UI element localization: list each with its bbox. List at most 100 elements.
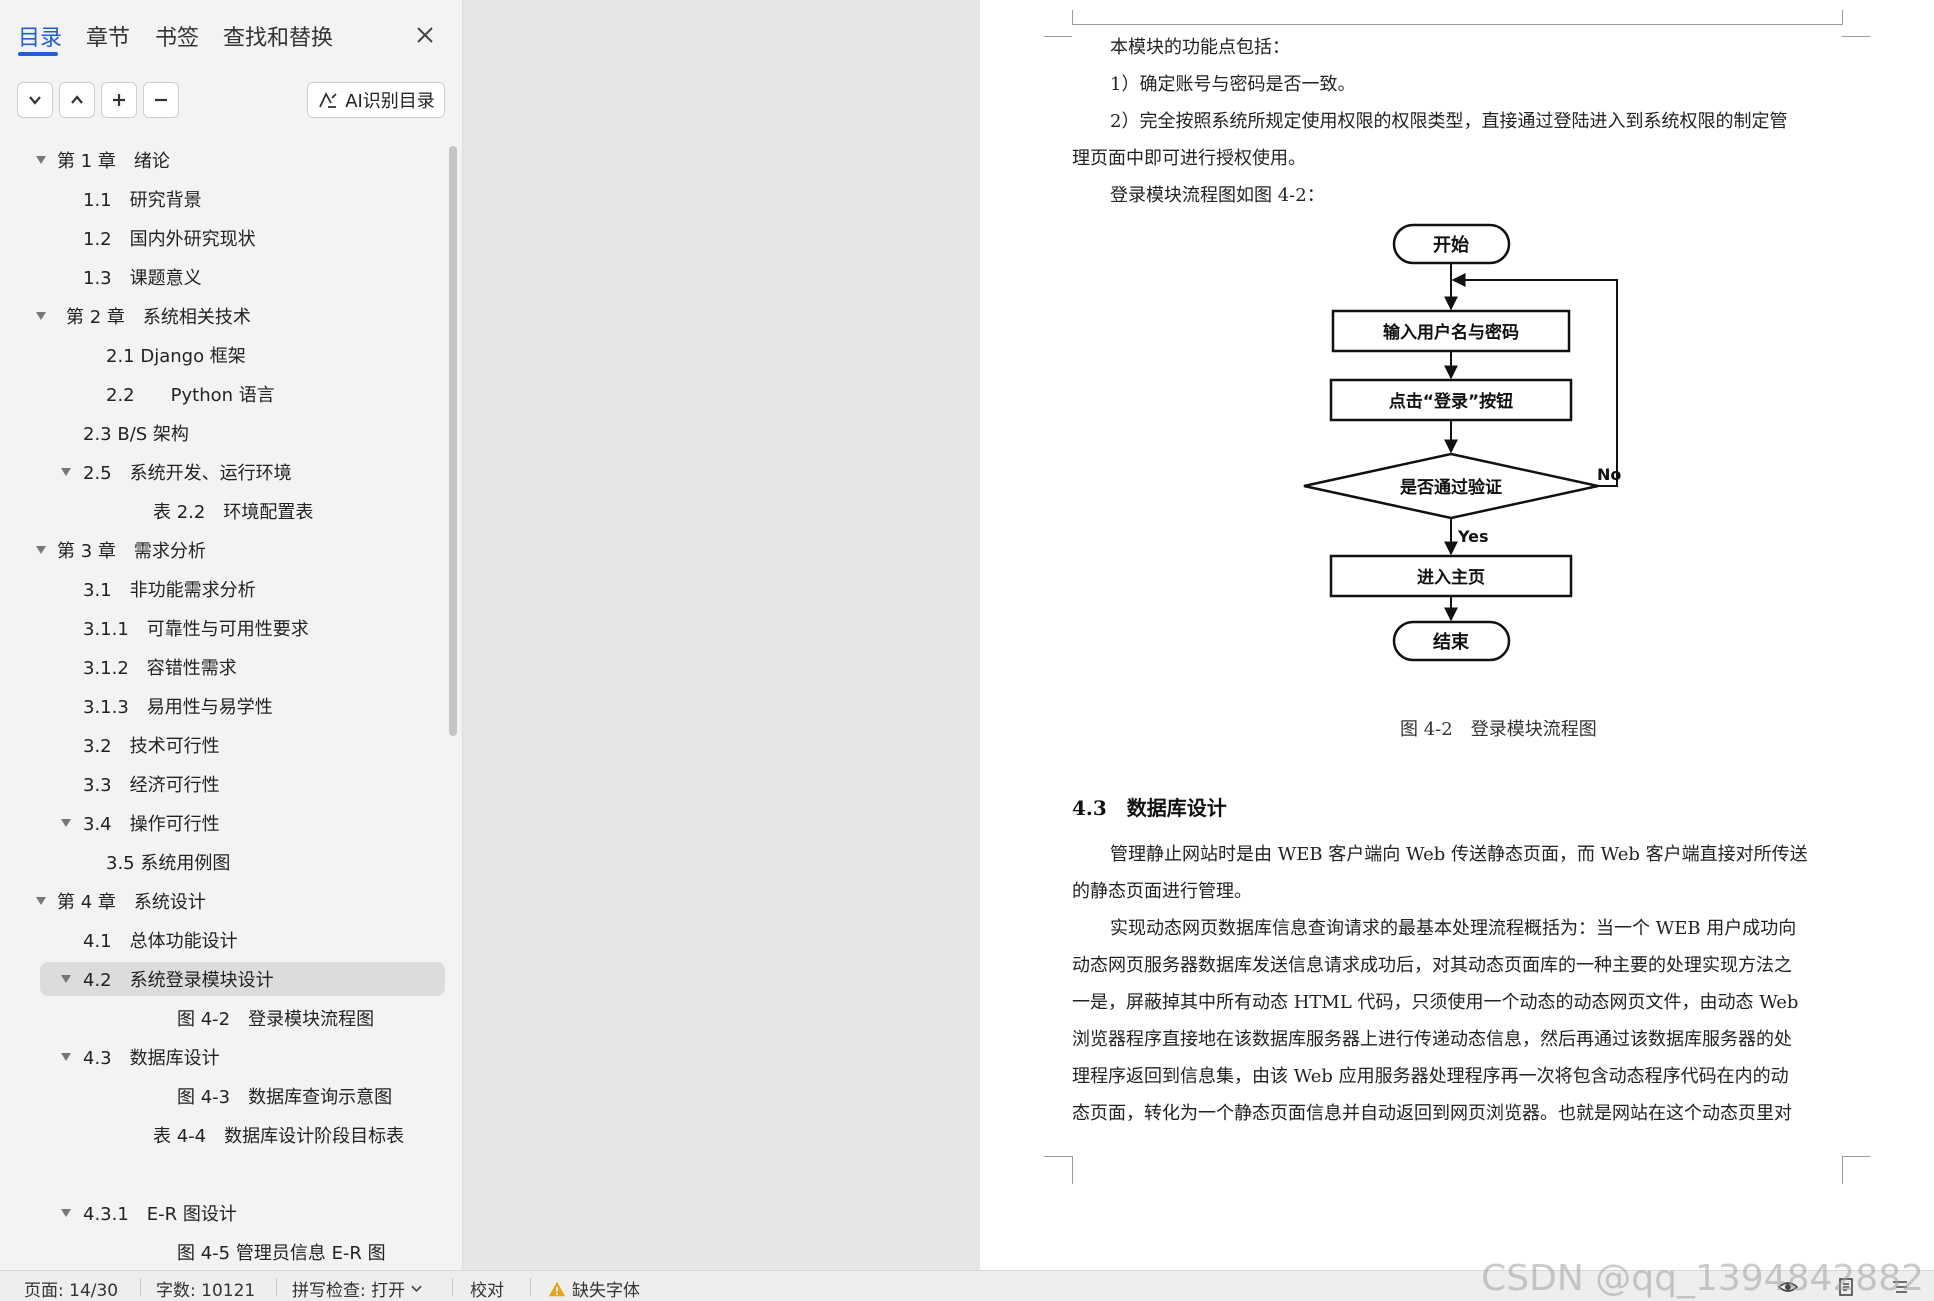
section-heading: 4.3 数据库设计	[1072, 796, 1227, 820]
expand-arrow-icon[interactable]	[59, 972, 73, 986]
toc-toolbar: AI识别目录	[0, 82, 463, 122]
toc-item-label: 3.1.1 可靠性与可用性要求	[83, 619, 309, 640]
corner-mark	[1842, 1156, 1870, 1157]
toc-item[interactable]: 1.2 国内外研究现状	[40, 221, 445, 255]
nav-tabs: 目录 章节 书签 查找和替换	[0, 0, 463, 70]
toc-item[interactable]: 图 4-3 数据库查询示意图	[40, 1079, 445, 1113]
paragraph: 浏览器程序直接地在该数据库服务器上进行传递动态信息，然后再通过该数据库服务器的处	[1072, 1029, 1792, 1050]
flow-home-label: 进入主页	[1417, 567, 1485, 588]
close-pane-button[interactable]	[410, 20, 440, 50]
missing-font-button[interactable]: 缺失字体	[548, 1276, 640, 1301]
toc-item[interactable]: 3.4 操作可行性	[40, 806, 445, 840]
toc-item[interactable]: 1.1 研究背景	[40, 182, 445, 216]
toc-item[interactable]: 2.2 Python 语言	[40, 377, 445, 411]
toc-item[interactable]: 3.5 系统用例图	[40, 845, 445, 879]
toc-item[interactable]: 2.1 Django 框架	[40, 338, 445, 372]
toc-item[interactable]: 2.5 系统开发、运行环境	[40, 455, 445, 489]
chevron-down-icon	[29, 96, 41, 105]
paragraph: 管理静止网站时是由 WEB 客户端向 Web 传送静态页面，而 Web 客户端直…	[1110, 844, 1808, 865]
toc-item-label: 4.1 总体功能设计	[83, 931, 238, 952]
toc-item-label: 4.3 数据库设计	[83, 1048, 220, 1069]
toc-item[interactable]: 4.3.1 E-R 图设计	[40, 1196, 445, 1230]
toc-item-label: 1.2 国内外研究现状	[83, 229, 256, 250]
add-entry-button[interactable]	[101, 82, 137, 118]
toc-item[interactable]: 第 4 章 系统设计	[36, 884, 445, 918]
watermark: CSDN @qq_1394842882	[1481, 1258, 1924, 1299]
toc-item[interactable]: 3.1.2 容错性需求	[40, 650, 445, 684]
login-flowchart: 开始 输入用户名与密码 点击“登录”按钮 是否通过验证 No Yes 进入主页 …	[1303, 223, 1621, 662]
toc-item[interactable]: 第 2 章 系统相关技术	[36, 299, 445, 333]
toc-item-label: 3.1.3 易用性与易学性	[83, 697, 273, 718]
toc-item-selected[interactable]: 4.2 系统登录模块设计	[40, 962, 445, 996]
status-divider	[530, 1278, 531, 1296]
minus-icon	[155, 98, 167, 102]
word-count[interactable]: 字数: 10121	[156, 1276, 255, 1301]
toc-item-label: 2.5 系统开发、运行环境	[83, 463, 292, 484]
toc-item[interactable]: 表 4-4 数据库设计阶段目标表	[40, 1118, 445, 1152]
collapse-down-button[interactable]	[17, 82, 53, 118]
toc-item[interactable]: 第 1 章 绪论	[36, 143, 445, 177]
toc-item-label: 3.1 非功能需求分析	[83, 580, 256, 601]
toc-item[interactable]: 4.3 数据库设计	[40, 1040, 445, 1074]
remove-entry-button[interactable]	[143, 82, 179, 118]
toc-item-label: 2.1 Django 框架	[106, 346, 246, 367]
flow-yes-label: Yes	[1457, 527, 1489, 546]
spell-check-toggle[interactable]: 拼写检查: 打开	[292, 1276, 422, 1301]
paragraph: 的静态页面进行管理。	[1072, 881, 1252, 902]
flow-start-label: 开始	[1433, 234, 1469, 256]
toc-item[interactable]: 3.1 非功能需求分析	[40, 572, 445, 606]
tab-bookmarks[interactable]: 书签	[155, 20, 199, 52]
toc-item-label: 1.3 课题意义	[83, 268, 202, 289]
ai-button-label: AI识别目录	[345, 91, 435, 112]
toc-item[interactable]: 4.1 总体功能设计	[40, 923, 445, 957]
expand-arrow-icon[interactable]	[59, 465, 73, 479]
expand-arrow-icon[interactable]	[59, 816, 73, 830]
tab-find-replace[interactable]: 查找和替换	[223, 20, 333, 52]
toc-item[interactable]: 3.2 技术可行性	[40, 728, 445, 762]
toc-item-label: 图 4-3 数据库查询示意图	[177, 1087, 393, 1108]
expand-arrow-icon[interactable]	[59, 1206, 73, 1220]
navigation-pane: 目录 章节 书签 查找和替换 AI识别目录 第 1 章 绪论 1.1 研究背景 …	[0, 0, 463, 1270]
toc-item[interactable]: 3.1.3 易用性与易学性	[40, 689, 445, 723]
status-divider	[140, 1278, 141, 1296]
toc-item[interactable]: 图 4-2 登录模块流程图	[40, 1001, 445, 1035]
status-divider	[276, 1278, 277, 1296]
paragraph: 实现动态网页数据库信息查询请求的最基本处理流程概括为：当一个 WEB 用户成功向	[1110, 918, 1797, 939]
expand-arrow-icon[interactable]	[34, 309, 48, 323]
toc-item[interactable]: 3.1.1 可靠性与可用性要求	[40, 611, 445, 645]
toc-item-label: 3.5 系统用例图	[106, 853, 231, 874]
toc-item-label: 1.1 研究背景	[83, 190, 202, 211]
flow-input-label: 输入用户名与密码	[1383, 322, 1519, 343]
toc-item-label: 第 4 章 系统设计	[57, 892, 206, 913]
toc-item-label: 4.3.1 E-R 图设计	[83, 1204, 237, 1225]
ai-toc-icon	[319, 92, 337, 108]
spell-check-label: 拼写检查: 打开	[292, 1281, 406, 1301]
toc-item-label: 2.3 B/S 架构	[83, 424, 189, 445]
flow-decision-label: 是否通过验证	[1400, 477, 1502, 498]
toc-item[interactable]: 2.3 B/S 架构	[40, 416, 445, 450]
toc-scrollbar[interactable]	[449, 146, 457, 736]
toc-item[interactable]: 表 2.2 环境配置表	[40, 494, 445, 528]
toc-item-label: 3.3 经济可行性	[83, 775, 220, 796]
expand-arrow-icon[interactable]	[34, 153, 48, 167]
page-indicator[interactable]: 页面: 14/30	[24, 1276, 118, 1301]
tab-toc[interactable]: 目录	[18, 20, 62, 52]
toc-item-label: 图 4-2 登录模块流程图	[177, 1009, 375, 1030]
expand-arrow-icon[interactable]	[59, 1050, 73, 1064]
figure-caption: 图 4-2 登录模块流程图	[1400, 719, 1597, 740]
toc-item-label: 3.2 技术可行性	[83, 736, 220, 757]
toc-item[interactable]: 1.3 课题意义	[40, 260, 445, 294]
tab-chapters[interactable]: 章节	[86, 20, 130, 52]
expand-arrow-icon[interactable]	[34, 543, 48, 557]
toc-item[interactable]: 第 3 章 需求分析	[36, 533, 445, 567]
flow-end-label: 结束	[1433, 631, 1470, 653]
flow-no-label: No	[1597, 465, 1621, 484]
toc-item[interactable]: 图 4-5 管理员信息 E-R 图	[40, 1235, 445, 1269]
ai-recognize-toc-button[interactable]: AI识别目录	[307, 82, 445, 118]
expand-arrow-icon[interactable]	[34, 894, 48, 908]
paragraph: 理程序返回到信息集，由该 Web 应用服务器处理程序再一次将包含动态程序代码在内…	[1072, 1066, 1789, 1087]
toc-item[interactable]: 3.3 经济可行性	[40, 767, 445, 801]
expand-up-button[interactable]	[59, 82, 95, 118]
proofread-button[interactable]: 校对	[470, 1276, 504, 1301]
missing-font-label: 缺失字体	[572, 1281, 640, 1301]
